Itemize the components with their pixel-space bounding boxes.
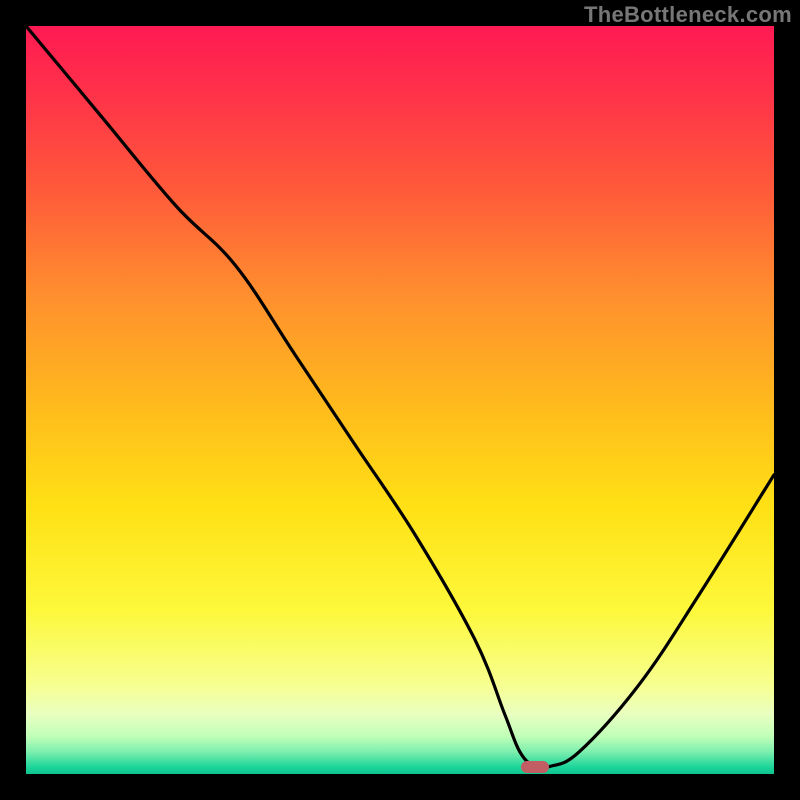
chart-frame xyxy=(26,26,774,774)
optimal-marker xyxy=(521,761,549,773)
watermark-text: TheBottleneck.com xyxy=(584,2,792,28)
plot-area xyxy=(26,26,774,774)
curve-svg xyxy=(26,26,774,774)
bottleneck-curve xyxy=(26,26,774,769)
